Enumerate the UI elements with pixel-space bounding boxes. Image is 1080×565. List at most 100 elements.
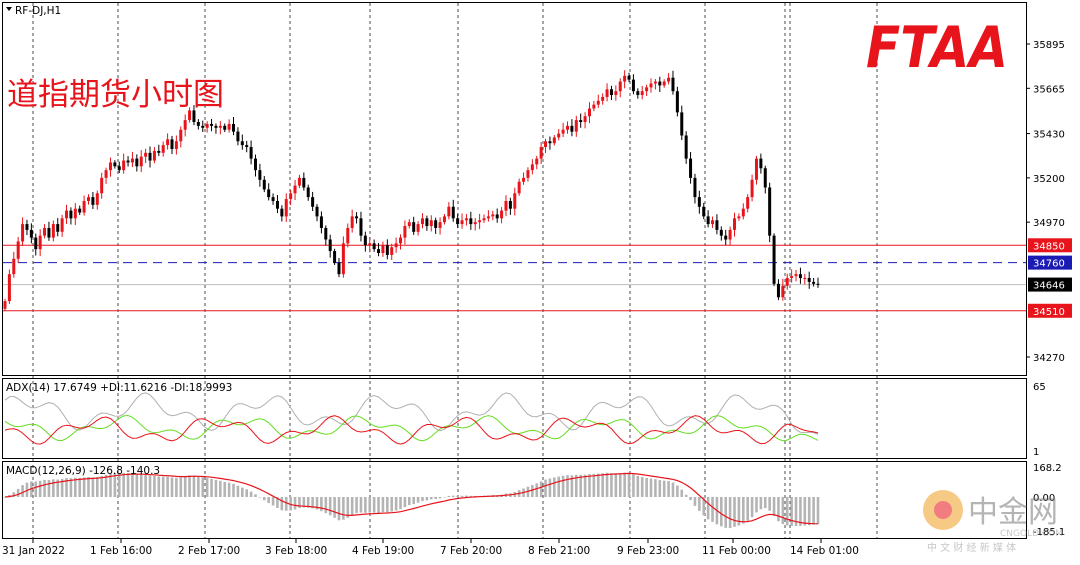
macd-histogram-bar bbox=[777, 497, 780, 522]
price-level-label: 34510 bbox=[1033, 307, 1065, 318]
candle-body bbox=[504, 200, 508, 211]
candle-body bbox=[658, 81, 662, 86]
macd-histogram-bar bbox=[610, 473, 613, 497]
candle-body bbox=[750, 179, 754, 198]
candle-body bbox=[38, 235, 42, 250]
macd-histogram-bar bbox=[662, 480, 666, 497]
candle-body bbox=[104, 170, 108, 178]
macd-histogram-bar bbox=[170, 477, 174, 497]
macd-histogram-bar bbox=[390, 497, 394, 512]
cngold-slogan: 中 文 财 经 新 媒 体 bbox=[927, 541, 1016, 554]
time-tick-label: 1 Feb 16:00 bbox=[90, 545, 152, 557]
candle-body bbox=[205, 123, 209, 128]
candle-body bbox=[614, 91, 618, 96]
candle-body bbox=[126, 160, 130, 163]
time-tick-label: 31 Jan 2022 bbox=[2, 545, 65, 557]
time-tick-label: 11 Feb 00:00 bbox=[702, 545, 771, 557]
macd-histogram-bar bbox=[267, 497, 270, 504]
candle-body bbox=[495, 214, 499, 219]
macd-histogram-bar bbox=[364, 497, 367, 513]
candle-body bbox=[350, 216, 354, 228]
macd-histogram-bar bbox=[535, 483, 539, 497]
candle-body bbox=[702, 206, 706, 217]
macd-histogram-bar bbox=[333, 497, 336, 518]
cngold-logo: 中金网 CNGOLD.COM 中 文 财 经 新 媒 体 bbox=[923, 490, 1063, 554]
macd-histogram-bar bbox=[403, 497, 407, 508]
time-tick-label: 9 Feb 23:00 bbox=[617, 545, 679, 557]
candle-body bbox=[442, 216, 446, 223]
candle-body bbox=[302, 177, 306, 188]
macd-tick-label: 168.2 bbox=[1033, 463, 1062, 474]
candle-body bbox=[535, 158, 539, 165]
candle-body bbox=[741, 208, 745, 217]
candle-body bbox=[645, 87, 649, 92]
macd-histogram-bar bbox=[320, 497, 323, 512]
candle-body bbox=[65, 210, 69, 219]
time-tick-label: 7 Feb 20:00 bbox=[440, 545, 502, 557]
candle-body bbox=[245, 145, 249, 148]
macd-histogram-bar bbox=[693, 497, 697, 506]
macd-histogram-bar bbox=[355, 497, 358, 514]
chart-canvas[interactable]: 35895 35665 35430 35200 34970 34270 34850 34760… bbox=[0, 0, 1080, 561]
macd-histogram-bar bbox=[82, 477, 86, 497]
candle-body bbox=[653, 81, 657, 84]
adx-line bbox=[4, 392, 819, 435]
adx-title: ADX(14) 17.6749 +DI:11.6216 -DI:18.9993 bbox=[6, 382, 232, 394]
candle-body bbox=[544, 141, 548, 148]
macd-histogram-bar bbox=[232, 483, 235, 497]
candle-body bbox=[289, 193, 293, 200]
candle-body bbox=[574, 120, 578, 132]
macd-histogram-bar bbox=[421, 497, 424, 502]
candle-body bbox=[82, 200, 86, 213]
candle-body bbox=[333, 251, 337, 263]
candle-body bbox=[566, 125, 570, 130]
candle-body bbox=[627, 75, 631, 80]
macd-histogram-bar bbox=[544, 479, 547, 497]
macd-histogram-bar bbox=[741, 497, 745, 524]
price-levels bbox=[3, 244, 1026, 312]
candle-body bbox=[684, 135, 688, 159]
macd-histogram-bar bbox=[566, 475, 569, 497]
candle-body bbox=[434, 220, 438, 228]
candle-body bbox=[47, 227, 51, 238]
dropdown-triangle-icon[interactable] bbox=[6, 7, 12, 11]
macd-histogram-bar bbox=[531, 485, 534, 497]
candle-body bbox=[486, 216, 490, 219]
candle-body bbox=[267, 189, 271, 198]
candle-body bbox=[407, 222, 411, 227]
macd-histogram-bar bbox=[807, 497, 811, 526]
macd-histogram-bar bbox=[640, 477, 644, 497]
macd-histogram-bar bbox=[258, 497, 262, 498]
macd-histogram-bar bbox=[359, 497, 363, 513]
candle-body bbox=[596, 100, 600, 105]
candle-body bbox=[201, 125, 205, 128]
candle-body bbox=[539, 147, 543, 159]
candle-body bbox=[631, 79, 635, 92]
candle-body bbox=[592, 104, 596, 109]
candle-body bbox=[438, 222, 442, 228]
candle-body bbox=[601, 96, 605, 101]
candle-body bbox=[130, 158, 134, 163]
candle-body bbox=[412, 222, 416, 232]
macd-title: MACD(12,26,9) -126.8 -140.3 bbox=[6, 465, 160, 477]
macd-histogram-bar bbox=[183, 476, 187, 497]
price-tick-label: 35430 bbox=[1033, 130, 1065, 141]
macd-histogram-bar bbox=[135, 474, 139, 497]
price-tick-label: 34270 bbox=[1033, 353, 1065, 364]
candle-body bbox=[785, 278, 789, 286]
candle-body bbox=[306, 187, 310, 198]
candle-body bbox=[508, 200, 512, 209]
candle-body bbox=[561, 129, 565, 134]
candle-body bbox=[341, 243, 345, 275]
macd-histogram-bar bbox=[87, 476, 90, 497]
macd-histogram-bar bbox=[667, 481, 670, 497]
macd-histogram-bar bbox=[605, 472, 609, 497]
macd-histogram-bar bbox=[192, 475, 196, 497]
candle-body bbox=[680, 112, 684, 136]
macd-histogram-bar bbox=[799, 497, 802, 526]
candle-body bbox=[253, 158, 257, 171]
trading-chart[interactable]: 35895 35665 35430 35200 34970 34270 34850 34760… bbox=[0, 0, 1080, 561]
candle-body bbox=[689, 158, 693, 178]
candle-body bbox=[790, 276, 794, 279]
candle-body bbox=[297, 177, 301, 186]
